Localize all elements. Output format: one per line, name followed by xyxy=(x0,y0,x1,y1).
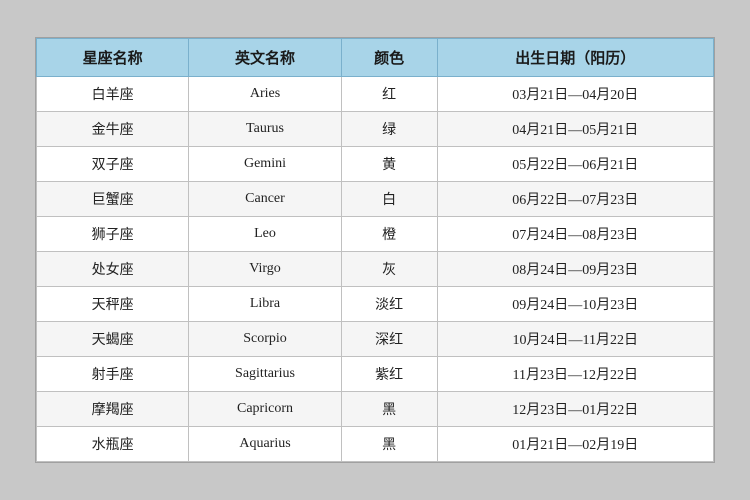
cell-color: 黄 xyxy=(341,147,437,182)
header-chinese-name: 星座名称 xyxy=(37,39,189,77)
cell-dates: 11月23日—12月22日 xyxy=(437,357,713,392)
table-row: 天秤座Libra淡红09月24日—10月23日 xyxy=(37,287,714,322)
cell-color: 橙 xyxy=(341,217,437,252)
cell-dates: 03月21日—04月20日 xyxy=(437,77,713,112)
cell-chinese-name: 天蝎座 xyxy=(37,322,189,357)
cell-english-name: Taurus xyxy=(189,112,341,147)
zodiac-table-container: 星座名称 英文名称 颜色 出生日期（阳历） 白羊座Aries红03月21日—04… xyxy=(35,37,715,463)
cell-color: 红 xyxy=(341,77,437,112)
cell-chinese-name: 双子座 xyxy=(37,147,189,182)
cell-chinese-name: 处女座 xyxy=(37,252,189,287)
cell-color: 深红 xyxy=(341,322,437,357)
cell-dates: 12月23日—01月22日 xyxy=(437,392,713,427)
table-row: 处女座Virgo灰08月24日—09月23日 xyxy=(37,252,714,287)
zodiac-table: 星座名称 英文名称 颜色 出生日期（阳历） 白羊座Aries红03月21日—04… xyxy=(36,38,714,462)
cell-dates: 08月24日—09月23日 xyxy=(437,252,713,287)
cell-dates: 04月21日—05月21日 xyxy=(437,112,713,147)
cell-english-name: Aquarius xyxy=(189,427,341,462)
table-header-row: 星座名称 英文名称 颜色 出生日期（阳历） xyxy=(37,39,714,77)
table-row: 巨蟹座Cancer白06月22日—07月23日 xyxy=(37,182,714,217)
cell-english-name: Cancer xyxy=(189,182,341,217)
cell-color: 紫红 xyxy=(341,357,437,392)
cell-chinese-name: 巨蟹座 xyxy=(37,182,189,217)
table-row: 白羊座Aries红03月21日—04月20日 xyxy=(37,77,714,112)
table-row: 狮子座Leo橙07月24日—08月23日 xyxy=(37,217,714,252)
cell-color: 灰 xyxy=(341,252,437,287)
cell-color: 淡红 xyxy=(341,287,437,322)
cell-english-name: Aries xyxy=(189,77,341,112)
table-row: 双子座Gemini黄05月22日—06月21日 xyxy=(37,147,714,182)
cell-english-name: Sagittarius xyxy=(189,357,341,392)
cell-dates: 06月22日—07月23日 xyxy=(437,182,713,217)
cell-english-name: Virgo xyxy=(189,252,341,287)
table-row: 射手座Sagittarius紫红11月23日—12月22日 xyxy=(37,357,714,392)
table-row: 摩羯座Capricorn黑12月23日—01月22日 xyxy=(37,392,714,427)
header-english-name: 英文名称 xyxy=(189,39,341,77)
cell-dates: 07月24日—08月23日 xyxy=(437,217,713,252)
cell-chinese-name: 天秤座 xyxy=(37,287,189,322)
cell-color: 黑 xyxy=(341,392,437,427)
cell-chinese-name: 射手座 xyxy=(37,357,189,392)
cell-english-name: Scorpio xyxy=(189,322,341,357)
cell-color: 绿 xyxy=(341,112,437,147)
table-body: 白羊座Aries红03月21日—04月20日金牛座Taurus绿04月21日—0… xyxy=(37,77,714,462)
cell-chinese-name: 金牛座 xyxy=(37,112,189,147)
cell-dates: 01月21日—02月19日 xyxy=(437,427,713,462)
cell-chinese-name: 白羊座 xyxy=(37,77,189,112)
header-dates: 出生日期（阳历） xyxy=(437,39,713,77)
table-row: 水瓶座Aquarius黑01月21日—02月19日 xyxy=(37,427,714,462)
table-row: 天蝎座Scorpio深红10月24日—11月22日 xyxy=(37,322,714,357)
cell-dates: 10月24日—11月22日 xyxy=(437,322,713,357)
table-row: 金牛座Taurus绿04月21日—05月21日 xyxy=(37,112,714,147)
cell-dates: 09月24日—10月23日 xyxy=(437,287,713,322)
cell-chinese-name: 狮子座 xyxy=(37,217,189,252)
cell-dates: 05月22日—06月21日 xyxy=(437,147,713,182)
cell-color: 白 xyxy=(341,182,437,217)
cell-color: 黑 xyxy=(341,427,437,462)
cell-chinese-name: 水瓶座 xyxy=(37,427,189,462)
cell-english-name: Capricorn xyxy=(189,392,341,427)
cell-english-name: Leo xyxy=(189,217,341,252)
cell-english-name: Libra xyxy=(189,287,341,322)
cell-chinese-name: 摩羯座 xyxy=(37,392,189,427)
header-color: 颜色 xyxy=(341,39,437,77)
cell-english-name: Gemini xyxy=(189,147,341,182)
